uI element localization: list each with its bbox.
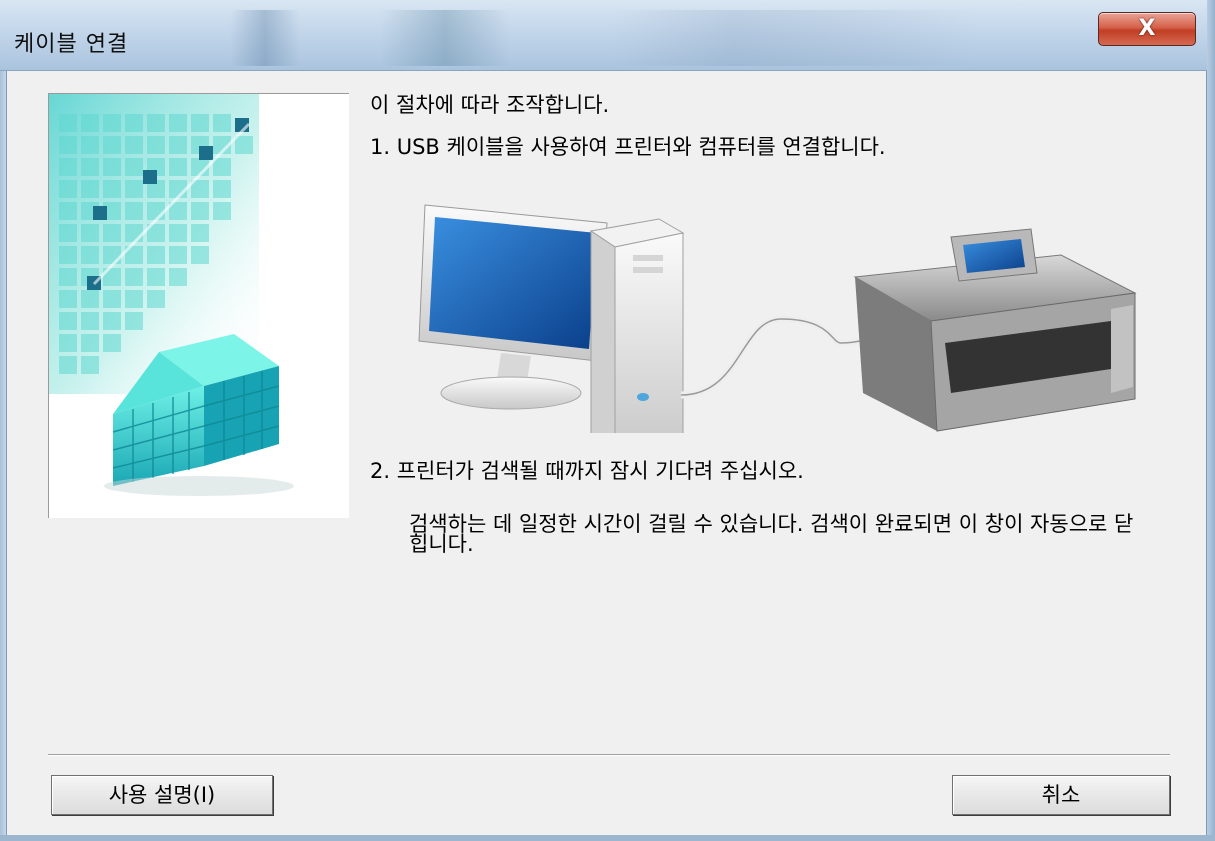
window-title: 케이블 연결 xyxy=(14,32,129,57)
step-1-text: 1. USB 케이블을 사용하여 프린터와 컴퓨터를 연결합니다. xyxy=(370,135,886,159)
cancel-button[interactable]: 취소 xyxy=(952,775,1170,815)
window-frame-bottom xyxy=(0,835,1215,841)
cube-graphic xyxy=(48,93,349,518)
title-bar-background xyxy=(230,10,300,66)
close-icon: X xyxy=(1138,16,1156,41)
window-frame-right xyxy=(1207,0,1215,841)
close-button[interactable]: X xyxy=(1098,12,1196,46)
intro-text: 이 절차에 따라 조작합니다. xyxy=(370,93,610,117)
dialog-client-area: 이 절차에 따라 조작합니다. 1. USB 케이블을 사용하여 프린터와 컴퓨… xyxy=(6,71,1207,835)
step-2-text: 2. 프린터가 검색될 때까지 잠시 기다려 주십시오. xyxy=(370,459,804,483)
computer-usb-printer-illustration xyxy=(411,193,1151,456)
separator-line xyxy=(48,754,1170,756)
dialog-window: 케이블 연결 X 이 절차에 따라 조작합니다. 1. USB 케이블을 사용하… xyxy=(0,0,1215,841)
title-bar-background xyxy=(610,10,980,66)
search-note-text: 검색하는 데 일정한 시간이 걸릴 수 있습니다. 검색이 완료되면 이 창이 … xyxy=(409,512,1134,556)
title-bar-background xyxy=(380,10,510,66)
help-button[interactable]: 사용 설명(I) xyxy=(51,775,273,815)
title-bar[interactable]: 케이블 연결 X xyxy=(0,0,1215,71)
